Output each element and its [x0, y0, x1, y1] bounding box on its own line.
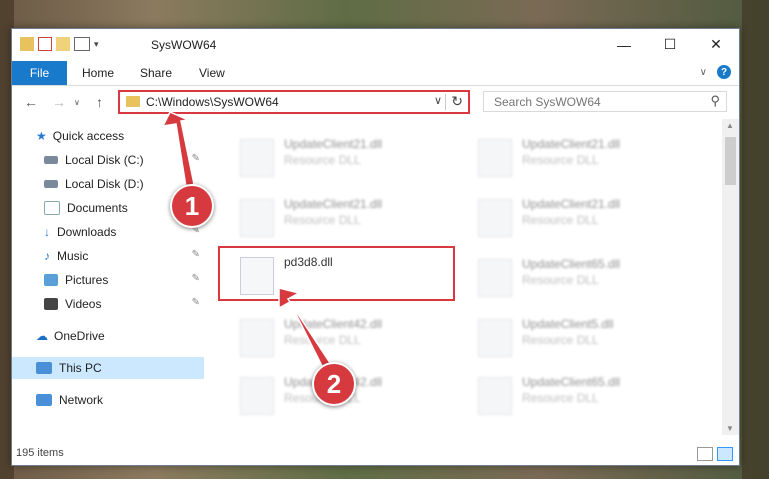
sidebar-item-onedrive[interactable]: ☁ OneDrive	[12, 325, 204, 347]
tiles-view-icon[interactable]	[717, 447, 733, 461]
gear-file-icon	[478, 319, 512, 357]
address-bar[interactable]: C:\Windows\SysWOW64 ∨ ↻	[118, 90, 470, 114]
gear-file-icon	[240, 139, 274, 177]
ribbon-controls: ∨ ?	[700, 65, 731, 79]
tab-file[interactable]: File	[12, 61, 67, 85]
customize-icon[interactable]	[74, 37, 90, 51]
address-separator	[445, 94, 446, 110]
star-icon: ★	[36, 129, 47, 143]
sidebar-item-pictures[interactable]: Pictures ✎	[12, 269, 204, 291]
download-icon: ↓	[44, 225, 50, 239]
selected-file-highlight	[218, 246, 455, 301]
sidebar-item-quick-access[interactable]: ★ Quick access	[12, 125, 204, 147]
gear-file-icon	[478, 139, 512, 177]
gear-file-icon	[240, 319, 274, 357]
ribbon: File Home Share View ∨ ?	[12, 61, 739, 86]
gear-file-icon	[478, 259, 512, 297]
window-controls: — ☐ ✕	[601, 29, 739, 60]
gear-file-icon	[478, 377, 512, 415]
search-icon[interactable]: ⚲	[710, 93, 720, 109]
vertical-scrollbar[interactable]: ▲ ▼	[722, 119, 739, 435]
sidebar-item-videos[interactable]: Videos ✎	[12, 293, 204, 315]
tab-share[interactable]: Share	[140, 66, 172, 80]
picture-icon	[44, 274, 58, 286]
gear-file-icon	[240, 377, 274, 415]
search-input[interactable]	[492, 94, 696, 110]
quick-access-toolbar: ▾	[20, 37, 99, 51]
status-bar: 195 items	[12, 443, 739, 465]
scroll-down-icon[interactable]: ▼	[726, 424, 734, 433]
address-dropdown-icon[interactable]: ∨	[434, 94, 442, 107]
navigation-pane: ★ Quick access Local Disk (C:) ✎ Local D…	[12, 125, 204, 435]
pin-icon[interactable]: ✎	[192, 153, 200, 164]
sidebar-item-network[interactable]: Network	[12, 389, 204, 411]
recent-locations-icon[interactable]: ∨	[74, 98, 80, 107]
step-1-badge: 1	[170, 184, 214, 228]
help-icon[interactable]: ?	[717, 65, 731, 79]
step-2-badge: 2	[312, 362, 356, 406]
pin-icon[interactable]: ✎	[192, 297, 200, 308]
cloud-icon: ☁	[36, 329, 48, 343]
file-item[interactable]: UpdateClient21.dll Resource DLL	[232, 191, 452, 245]
pin-icon[interactable]: ✎	[192, 249, 200, 260]
file-item[interactable]: UpdateClient65.dll Resource DLL	[470, 251, 690, 305]
chevron-down-icon[interactable]: ▾	[94, 39, 99, 50]
sidebar-item-this-pc[interactable]: This PC	[12, 357, 204, 379]
view-toggle	[697, 447, 733, 461]
item-count: 195 items	[16, 447, 64, 459]
refresh-icon[interactable]: ↻	[451, 93, 463, 110]
gear-file-icon	[240, 199, 274, 237]
search-box[interactable]: ⚲	[483, 91, 727, 112]
tab-view[interactable]: View	[199, 66, 225, 80]
title-bar: ▾ SysWOW64 — ☐ ✕	[12, 29, 739, 61]
up-arrow-icon[interactable]: ↑	[96, 94, 103, 110]
file-item[interactable]: UpdateClient21.dll Resource DLL	[470, 191, 690, 245]
network-icon	[36, 394, 52, 406]
new-folder-icon[interactable]	[56, 37, 70, 51]
drive-icon	[44, 156, 58, 164]
sidebar-item-music[interactable]: ♪ Music ✎	[12, 245, 204, 267]
folder-icon	[126, 96, 140, 107]
maximize-button[interactable]: ☐	[647, 29, 693, 60]
folder-icon	[20, 37, 34, 51]
close-button[interactable]: ✕	[693, 29, 739, 60]
navigation-bar: ← → ∨ ↑ C:\Windows\SysWOW64 ∨ ↻ ⚲	[12, 86, 739, 118]
scroll-up-icon[interactable]: ▲	[726, 121, 734, 130]
expand-ribbon-icon[interactable]: ∨	[700, 67, 707, 78]
file-item[interactable]: UpdateClient21.dll Resource DLL	[232, 131, 452, 185]
pin-icon[interactable]: ✎	[192, 273, 200, 284]
tab-home[interactable]: Home	[82, 66, 114, 80]
properties-icon[interactable]	[38, 37, 52, 51]
scroll-thumb[interactable]	[725, 137, 736, 185]
drive-icon	[44, 180, 58, 188]
window-title: SysWOW64	[151, 38, 217, 52]
computer-icon	[36, 362, 52, 374]
details-view-icon[interactable]	[697, 447, 713, 461]
sidebar-item-downloads[interactable]: ↓ Downloads ✎	[12, 221, 204, 243]
file-item[interactable]: UpdateClient21.dll Resource DLL	[470, 131, 690, 185]
file-item[interactable]: UpdateClient5.dll Resource DLL	[470, 311, 690, 365]
sidebar-item-local-disk-c[interactable]: Local Disk (C:) ✎	[12, 149, 204, 171]
address-path[interactable]: C:\Windows\SysWOW64	[146, 95, 279, 109]
document-icon	[44, 201, 60, 215]
minimize-button[interactable]: —	[601, 29, 647, 60]
gear-file-icon	[478, 199, 512, 237]
file-item[interactable]: UpdateClient42.dll Resource DLL	[232, 311, 452, 365]
file-item[interactable]: UpdateClient65.dll Resource DLL	[470, 369, 690, 423]
video-icon	[44, 298, 58, 310]
forward-arrow-icon[interactable]: →	[52, 94, 66, 110]
back-arrow-icon[interactable]: ←	[24, 94, 38, 110]
music-icon: ♪	[44, 249, 50, 263]
